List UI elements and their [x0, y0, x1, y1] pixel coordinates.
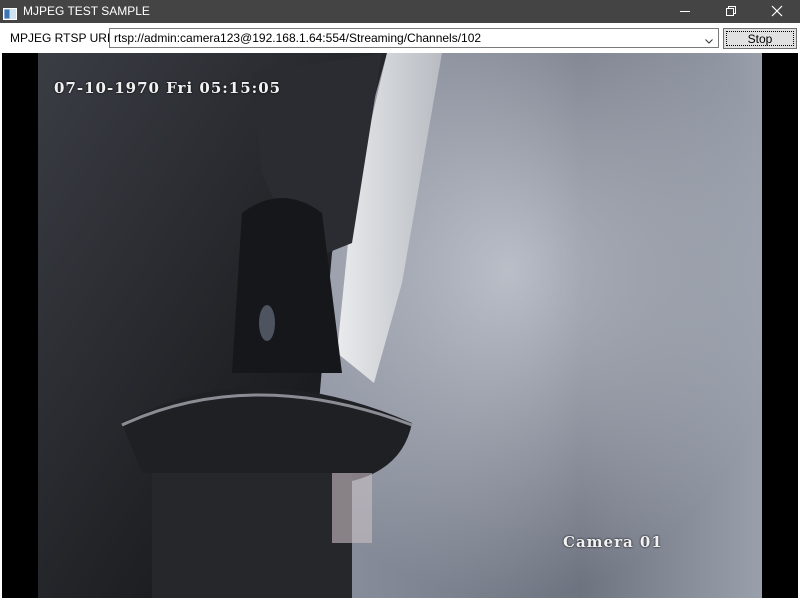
close-icon: [771, 2, 783, 21]
osd-camera-label: Camera 01: [563, 533, 663, 551]
app-window: MJPEG TEST SAMPLE MPJEG RTSP URI: rtsp:…: [0, 0, 800, 600]
minimize-icon: [679, 2, 691, 21]
title-bar[interactable]: MJPEG TEST SAMPLE: [0, 0, 800, 23]
chevron-down-icon[interactable]: [703, 32, 715, 44]
uri-value[interactable]: rtsp://admin:camera123@192.168.1.64:554/…: [114, 31, 481, 45]
app-window-icon: [3, 5, 17, 20]
osd-timestamp: 07-10-1970 Fri 05:15:05: [54, 79, 282, 97]
toolbar: MPJEG RTSP URI : rtsp://admin:camera123@…: [0, 23, 800, 53]
video-stream: 07-10-1970 Fri 05:15:05 Camera 01: [2, 53, 798, 598]
stop-button[interactable]: Stop: [723, 28, 797, 49]
window-title: MJPEG TEST SAMPLE: [23, 4, 150, 18]
camera-frame-image: [2, 53, 798, 598]
uri-label: MPJEG RTSP URI :: [10, 31, 117, 45]
minimize-button[interactable]: [662, 0, 708, 23]
restore-icon: [725, 2, 737, 21]
uri-combobox[interactable]: rtsp://admin:camera123@192.168.1.64:554/…: [109, 28, 719, 48]
close-button[interactable]: [754, 0, 800, 23]
restore-button[interactable]: [708, 0, 754, 23]
